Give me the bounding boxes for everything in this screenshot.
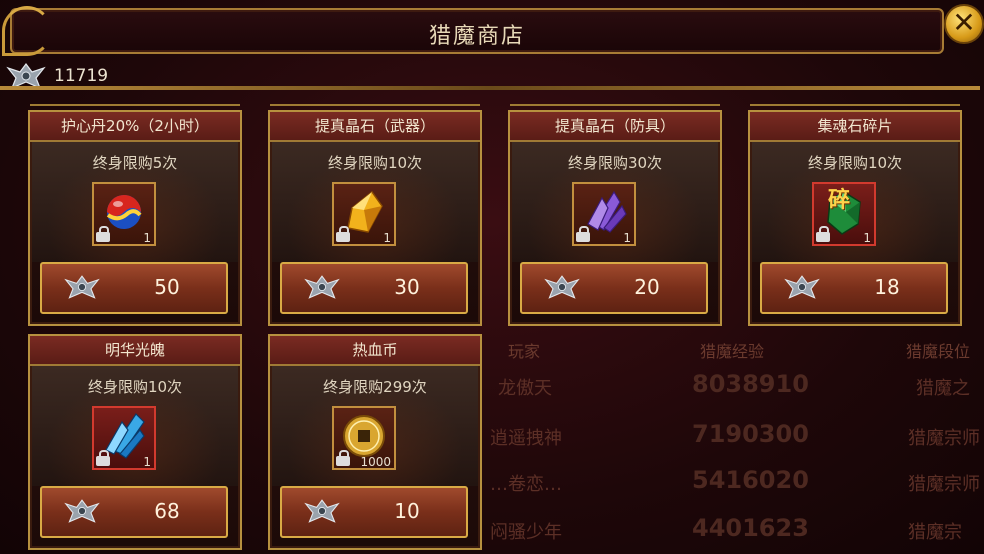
fragment-badge: 碎 — [828, 188, 851, 213]
purchase-limit: 终身限购10次 — [807, 154, 903, 172]
demon-hunt-emblem-icon — [304, 275, 340, 299]
buy-button[interactable]: 50 — [40, 262, 228, 314]
shop-item-card: 提真晶石（防具） 终身限购30次 1 20 — [508, 104, 722, 326]
ranking-header-exp: 猎魔经验 — [700, 342, 765, 361]
purchase-limit: 终身限购5次 — [92, 154, 178, 172]
item-name: 提真晶石（防具） — [510, 112, 720, 142]
ranking-player: …卷恋… — [490, 474, 562, 495]
lock-icon — [96, 450, 110, 466]
close-button[interactable]: ✕ — [944, 4, 984, 44]
buy-button[interactable]: 30 — [280, 262, 468, 314]
ranking-player: 龙傲天 — [498, 378, 552, 399]
ranking-rank: 猎魔宗 — [908, 522, 962, 543]
purchase-limit: 终身限购299次 — [323, 378, 427, 396]
purchase-limit: 终身限购10次 — [87, 378, 183, 396]
item-quantity: 1000 — [360, 455, 391, 469]
price-value: 50 — [154, 275, 180, 299]
background-ranking-table: 玩家 猎魔经验 猎魔段位 龙傲天 8038910 猎魔之 逍遥拽神 719030… — [470, 330, 984, 554]
ranking-rank: 猎魔宗师 — [908, 474, 980, 495]
close-icon: ✕ — [952, 6, 976, 39]
shop-item-card: 护心丹20%（2小时） 终身限购5次 1 50 — [28, 104, 242, 326]
item-name: 热血币 — [270, 336, 480, 366]
item-name: 集魂石碎片 — [750, 112, 960, 142]
ranking-rank: 猎魔宗师 — [908, 428, 980, 449]
buy-button[interactable]: 68 — [40, 486, 228, 538]
item-slot[interactable]: 1000 — [332, 406, 396, 470]
lock-icon — [816, 226, 830, 242]
purchase-limit: 终身限购30次 — [567, 154, 663, 172]
ranking-exp: 4401623 — [692, 514, 809, 542]
lock-icon — [336, 450, 350, 466]
item-name: 提真晶石（武器） — [270, 112, 480, 142]
shop-item-card: 明华光魄 终身限购10次 1 68 — [28, 334, 242, 550]
demon-hunt-emblem-icon — [304, 499, 340, 523]
demon-hunt-emblem-icon — [784, 275, 820, 299]
lock-icon — [336, 226, 350, 242]
divider — [0, 86, 980, 90]
item-slot[interactable]: 1 — [332, 182, 396, 246]
ranking-rank: 猎魔之 — [916, 378, 970, 399]
ranking-exp: 5416020 — [692, 466, 809, 494]
item-slot[interactable]: 1 — [572, 182, 636, 246]
ranking-exp: 8038910 — [692, 370, 809, 398]
lock-icon — [576, 226, 590, 242]
lock-icon — [96, 226, 110, 242]
item-name: 护心丹20%（2小时） — [30, 112, 240, 142]
currency-value: 11719 — [54, 66, 109, 86]
ranking-player: 闷骚少年 — [490, 522, 562, 543]
card-top-ornament — [510, 104, 720, 111]
item-quantity: 1 — [143, 455, 151, 469]
card-top-ornament — [30, 104, 240, 111]
item-quantity: 1 — [383, 231, 391, 245]
demon-hunt-emblem-icon — [64, 499, 100, 523]
ranking-exp: 7190300 — [692, 420, 809, 448]
purchase-limit: 终身限购10次 — [327, 154, 423, 172]
price-value: 18 — [874, 275, 900, 299]
item-slot[interactable]: 碎 1 — [812, 182, 876, 246]
corner-ornament-icon — [2, 6, 52, 56]
shop-window: 玩家 猎魔经验 猎魔段位 龙傲天 8038910 猎魔之 逍遥拽神 719030… — [0, 0, 984, 554]
shop-item-card: 集魂石碎片 终身限购10次 碎 1 18 — [748, 104, 962, 326]
item-quantity: 1 — [623, 231, 631, 245]
item-quantity: 1 — [863, 231, 871, 245]
shop-item-card: 提真晶石（武器） 终身限购10次 1 30 — [268, 104, 482, 326]
price-value: 68 — [154, 499, 180, 523]
buy-button[interactable]: 18 — [760, 262, 948, 314]
buy-button[interactable]: 10 — [280, 486, 468, 538]
card-top-ornament — [750, 104, 960, 111]
item-slot[interactable]: 1 — [92, 406, 156, 470]
ranking-header-rank: 猎魔段位 — [906, 342, 971, 361]
item-name: 明华光魄 — [30, 336, 240, 366]
ranking-header-player: 玩家 — [508, 342, 541, 361]
price-value: 30 — [394, 275, 420, 299]
price-value: 20 — [634, 275, 660, 299]
card-top-ornament — [270, 104, 480, 111]
item-slot[interactable]: 1 — [92, 182, 156, 246]
buy-button[interactable]: 20 — [520, 262, 708, 314]
item-quantity: 1 — [143, 231, 151, 245]
shop-item-card: 热血币 终身限购299次 1000 10 — [268, 334, 482, 550]
demon-hunt-emblem-icon — [64, 275, 100, 299]
page-title: 猎魔商店 — [428, 24, 525, 49]
price-value: 10 — [394, 499, 420, 523]
title-bar: 猎魔商店 — [10, 8, 944, 54]
demon-hunt-emblem-icon — [544, 275, 580, 299]
ranking-player: 逍遥拽神 — [490, 428, 562, 449]
